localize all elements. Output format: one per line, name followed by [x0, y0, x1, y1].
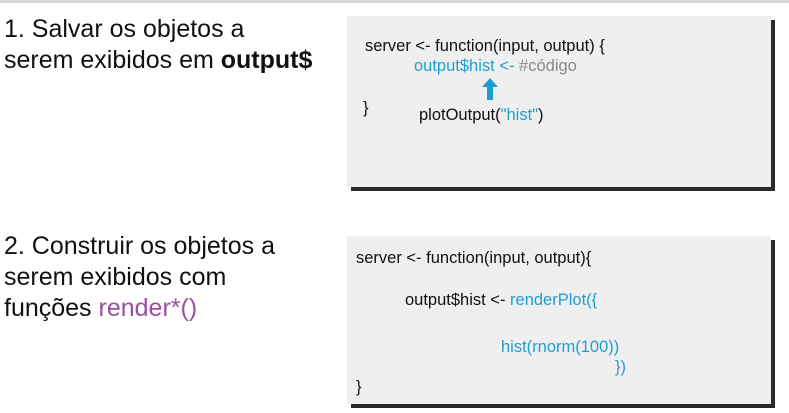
- step-1-label: 1. Salvar os objetos a serem exibidos em: [4, 15, 245, 74]
- code1-plotoutput-close: ): [538, 106, 544, 124]
- code1-closing-brace: }: [363, 99, 369, 117]
- code2-hist-call: hist(rnorm(100)): [501, 338, 620, 356]
- step-2-text: 2. Construir os objetos a serem exibidos…: [4, 231, 275, 324]
- code1-plotoutput: plotOutput("hist"): [419, 105, 544, 125]
- top-divider: [0, 0, 789, 3]
- code1-line1: server <- function(input, output) {: [365, 37, 605, 55]
- code2-close-renderplot: }): [615, 358, 627, 376]
- code2-output-hist: output$hist <-: [405, 291, 511, 309]
- code2-renderplot: renderPlot({: [510, 291, 598, 309]
- code1-line2: output$hist <- #código: [414, 56, 577, 76]
- code1-comment: #código: [514, 57, 577, 75]
- up-arrow-icon: [482, 78, 498, 100]
- step-1-text: 1. Salvar os objetos a serem exibidos em…: [4, 14, 312, 76]
- step-1-bold: output$: [220, 46, 313, 74]
- code2-closing-brace: }: [356, 378, 362, 396]
- code2-line1: server <- function(input, output){: [356, 249, 592, 267]
- code1-plotoutput-arg: "hist": [500, 106, 539, 124]
- code1-plotoutput-fn: plotOutput(: [419, 106, 501, 124]
- step-2-render-highlight: render*(): [98, 294, 198, 322]
- code2-line2: output$hist <- renderPlot({: [405, 290, 597, 310]
- code1-output-hist: output$hist <-: [414, 57, 515, 75]
